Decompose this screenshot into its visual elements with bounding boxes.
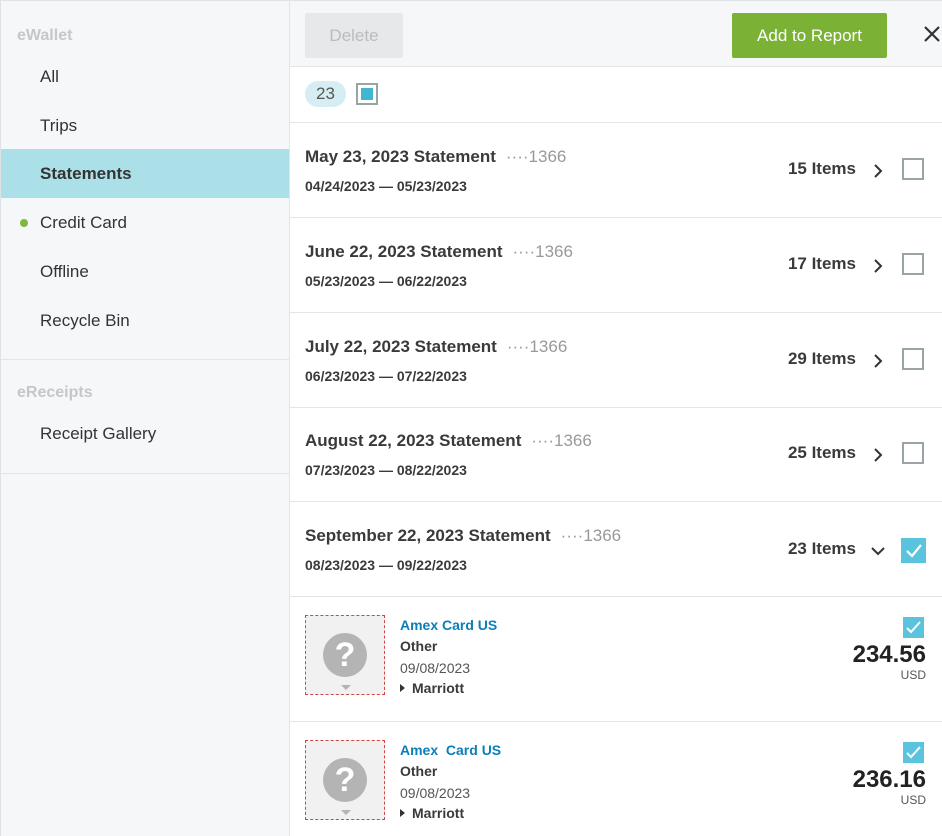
card-number: ····1366 [512, 242, 573, 261]
status-dot-icon [20, 219, 28, 227]
transaction-card-name[interactable]: Amex Card US [400, 617, 497, 633]
transaction-checkbox[interactable] [903, 742, 924, 763]
card-number: ····1366 [560, 526, 622, 545]
statement-dates: 04/24/2023 — 05/23/2023 [305, 178, 467, 194]
transaction-currency: USD [900, 793, 926, 807]
vendor-name: Marriott [412, 680, 465, 696]
transaction-vendor[interactable]: Marriott [400, 680, 464, 696]
statement-title: May 23, 2023 Statement ····1366 [305, 147, 566, 167]
chevron-right-icon[interactable] [869, 257, 887, 275]
chevron-right-icon[interactable] [869, 446, 887, 464]
sidebar-item-label: Statements [40, 164, 132, 183]
transaction-row[interactable]: ? Amex Card US Other 09/08/2023 Marriott… [290, 597, 942, 722]
transaction-date: 09/08/2023 [400, 660, 471, 676]
checkmark-icon [906, 544, 922, 558]
statement-dates: 07/23/2023 — 08/22/2023 [305, 462, 467, 478]
receipt-placeholder[interactable]: ? [305, 615, 385, 695]
statement-title: September 22, 2023 Statement ····1366 [305, 526, 621, 546]
selected-count-badge: 23 [305, 81, 346, 107]
receipt-placeholder[interactable]: ? [305, 740, 385, 820]
statement-item-count: 17 Items [787, 254, 856, 273]
statement-item-count: 29 Items [787, 349, 856, 368]
statement-checkbox[interactable] [901, 538, 926, 563]
checkmark-icon [906, 746, 921, 759]
card-number: ····1366 [505, 147, 567, 166]
ewallet-section-title: eWallet [17, 27, 73, 44]
chevron-down-icon[interactable] [869, 542, 887, 560]
dropdown-arrow-icon [341, 685, 351, 690]
transaction-card-name[interactable]: Amex Card US [400, 742, 501, 758]
statement-row[interactable]: May 23, 2023 Statement ····1366 04/24/202… [290, 123, 942, 218]
sidebar-item-recycle-bin[interactable]: Recycle Bin [1, 296, 289, 345]
sidebar-item-offline[interactable]: Offline [1, 247, 289, 296]
sidebar-item-label: Recycle Bin [40, 311, 130, 330]
vendor-name: Marriott [412, 805, 465, 821]
toolbar: Delete Add to Report [290, 0, 942, 67]
ereceipts-section-title: eReceipts [17, 384, 93, 401]
chevron-right-icon[interactable] [869, 352, 887, 370]
chevron-right-icon[interactable] [869, 162, 887, 180]
statement-checkbox[interactable] [902, 158, 924, 180]
delete-button[interactable]: Delete [305, 13, 403, 58]
statement-item-count: 23 Items [787, 539, 856, 558]
card-number: ····1366 [531, 431, 592, 450]
statement-checkbox[interactable] [902, 442, 924, 464]
add-to-report-button[interactable]: Add to Report [732, 13, 887, 58]
selection-row: 23 [290, 67, 942, 123]
sidebar-item-receipt-gallery[interactable]: Receipt Gallery [1, 409, 289, 458]
card-number: ····1366 [506, 337, 568, 356]
transaction-amount: 234.56 [852, 641, 926, 668]
transaction-type: Other [400, 763, 438, 779]
transaction-checkbox[interactable] [903, 617, 924, 638]
statement-checkbox[interactable] [902, 253, 924, 275]
sidebar-item-all[interactable]: All [1, 52, 289, 101]
statement-name: August 22, 2023 Statement [305, 431, 522, 450]
statement-dates: 05/23/2023 — 06/22/2023 [305, 273, 467, 289]
statement-dates: 06/23/2023 — 07/22/2023 [305, 368, 467, 384]
main-panel: Delete Add to Report 23 May 23, 2023 Sta… [290, 0, 942, 836]
statement-item-count: 15 Items [787, 159, 856, 178]
sidebar-item-label: Receipt Gallery [40, 424, 157, 443]
statement-item-count: 25 Items [787, 443, 856, 462]
sidebar-divider [1, 359, 289, 360]
statement-title: June 22, 2023 Statement ····1366 [305, 242, 573, 262]
transaction-date: 09/08/2023 [400, 785, 471, 801]
sidebar: eWallet All Trips Statements Credit Card… [0, 0, 290, 836]
sidebar-divider [1, 473, 289, 474]
statement-row[interactable]: June 22, 2023 Statement ····1366 05/23/20… [290, 218, 942, 313]
question-mark-icon: ? [323, 633, 367, 677]
dropdown-arrow-icon [341, 810, 351, 815]
transaction-vendor[interactable]: Marriott [400, 805, 464, 821]
statement-dates: 08/23/2023 — 09/22/2023 [305, 557, 467, 573]
transaction-type: Other [400, 638, 438, 654]
close-icon[interactable] [920, 22, 942, 46]
checkmark-icon [906, 621, 921, 634]
statement-title: July 22, 2023 Statement ····1366 [305, 337, 567, 357]
sidebar-item-label: Credit Card [40, 213, 127, 232]
expand-triangle-icon [400, 809, 405, 817]
sidebar-item-credit-card[interactable]: Credit Card [1, 198, 289, 247]
sidebar-item-label: Trips [40, 116, 78, 135]
transaction-amount: 236.16 [852, 766, 926, 793]
statement-name: September 22, 2023 Statement [305, 526, 551, 545]
select-all-checkbox[interactable] [356, 83, 378, 105]
sidebar-item-label: Offline [40, 262, 89, 281]
statement-title: August 22, 2023 Statement ····1366 [305, 431, 592, 451]
transaction-row[interactable]: ? Amex Card US Other 09/08/2023 Marriott… [290, 722, 942, 836]
statement-name: June 22, 2023 Statement [305, 242, 503, 261]
statement-row[interactable]: August 22, 2023 Statement ····1366 07/23/… [290, 407, 942, 502]
expand-triangle-icon [400, 684, 405, 692]
sidebar-item-statements[interactable]: Statements [1, 149, 289, 198]
statement-name: July 22, 2023 Statement [305, 337, 497, 356]
sidebar-item-label: All [40, 67, 59, 86]
question-mark-icon: ? [323, 758, 367, 802]
statement-checkbox[interactable] [902, 348, 924, 370]
statement-name: May 23, 2023 Statement [305, 147, 496, 166]
statement-row[interactable]: July 22, 2023 Statement ····1366 06/23/20… [290, 313, 942, 408]
statement-row-expanded[interactable]: September 22, 2023 Statement ····1366 08/… [290, 502, 942, 597]
sidebar-item-trips[interactable]: Trips [1, 101, 289, 150]
transaction-currency: USD [900, 668, 926, 682]
